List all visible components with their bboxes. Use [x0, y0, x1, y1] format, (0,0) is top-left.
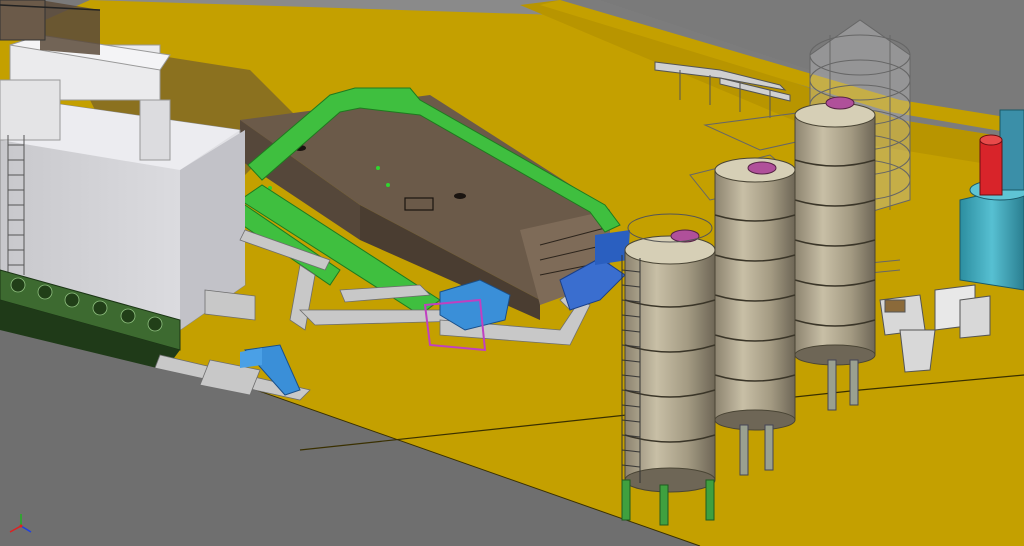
axis-triad-icon — [9, 514, 32, 533]
axis-z-icon — [20, 525, 32, 533]
silo-1[interactable] — [621, 213, 716, 526]
red-gas-tank[interactable] — [979, 134, 1003, 196]
cad-3d-viewport[interactable] — [0, 0, 1024, 546]
factory-layout-model[interactable] — [0, 0, 1024, 546]
silo-2[interactable] — [714, 157, 796, 476]
axis-x-icon — [9, 525, 22, 533]
